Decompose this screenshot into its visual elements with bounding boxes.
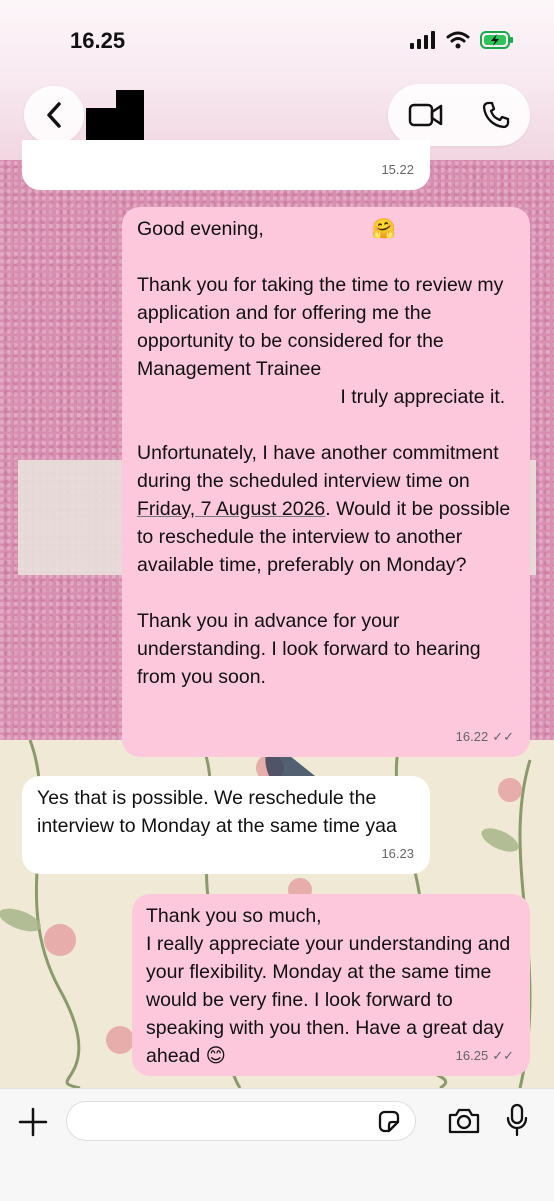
sticker-icon bbox=[378, 1110, 400, 1133]
message-time: 15.22 bbox=[381, 162, 414, 177]
hug-emoji-icon: 🤗 bbox=[371, 218, 397, 240]
mic-button[interactable] bbox=[502, 1103, 532, 1137]
video-call-button[interactable] bbox=[406, 98, 446, 132]
message-time: 16.22 bbox=[455, 729, 489, 744]
message-time: 16.25 bbox=[455, 1048, 489, 1063]
message-time-status: 16.25 ✓✓ bbox=[456, 1042, 514, 1070]
battery-icon bbox=[480, 31, 513, 49]
paragraph-3: Thank you in advance for your understand… bbox=[137, 610, 481, 688]
call-actions bbox=[388, 84, 530, 146]
smile-emoji-icon: 😊 bbox=[205, 1045, 226, 1067]
read-ticks-icon: ✓✓ bbox=[492, 1048, 514, 1063]
message-time-status: 16.22 ✓✓ bbox=[456, 723, 514, 751]
read-ticks-icon: ✓✓ bbox=[492, 729, 514, 744]
redaction-block bbox=[137, 387, 335, 408]
message-composer bbox=[0, 1088, 554, 1201]
signal-icon bbox=[410, 31, 435, 49]
camera-button[interactable] bbox=[446, 1105, 482, 1137]
status-time: 16.25 bbox=[70, 28, 126, 53]
paragraph-2a: Unfortunately, I have another commitment… bbox=[137, 442, 499, 492]
sticker-button[interactable] bbox=[376, 1109, 402, 1135]
voice-call-button[interactable] bbox=[476, 98, 516, 132]
video-call-icon bbox=[408, 103, 443, 127]
plus-icon bbox=[18, 1107, 48, 1137]
mic-icon bbox=[506, 1103, 528, 1137]
outgoing-message[interactable]: Thank you so much, I really appreciate y… bbox=[132, 894, 530, 1076]
back-chevron-icon bbox=[47, 102, 61, 128]
date-link[interactable]: Friday, 7 August 2026 bbox=[137, 498, 325, 520]
paragraph-1a: Thank you for taking the time to review … bbox=[137, 274, 504, 380]
wifi-icon bbox=[446, 31, 470, 49]
attach-button[interactable] bbox=[16, 1105, 50, 1139]
message-text: Yes that is possible. We reschedule the … bbox=[37, 787, 397, 837]
message-time: 16.23 bbox=[381, 846, 414, 861]
greeting-text: Good evening, bbox=[137, 218, 264, 240]
camera-icon bbox=[448, 1108, 480, 1134]
status-icons bbox=[410, 30, 514, 50]
back-button[interactable] bbox=[24, 86, 84, 144]
incoming-message[interactable]: Yes that is possible. We reschedule the … bbox=[22, 776, 430, 874]
status-bar: 16.25 bbox=[0, 0, 554, 80]
incoming-message[interactable]: 15.22 bbox=[22, 140, 430, 190]
paragraph-1b: I truly appreciate it. bbox=[340, 386, 506, 408]
message-body: Good evening, 🤗 Thank you for taking the … bbox=[137, 215, 514, 691]
outgoing-message[interactable]: Good evening, 🤗 Thank you for taking the … bbox=[122, 207, 530, 757]
message-input[interactable] bbox=[66, 1101, 416, 1141]
phone-icon bbox=[482, 101, 510, 129]
